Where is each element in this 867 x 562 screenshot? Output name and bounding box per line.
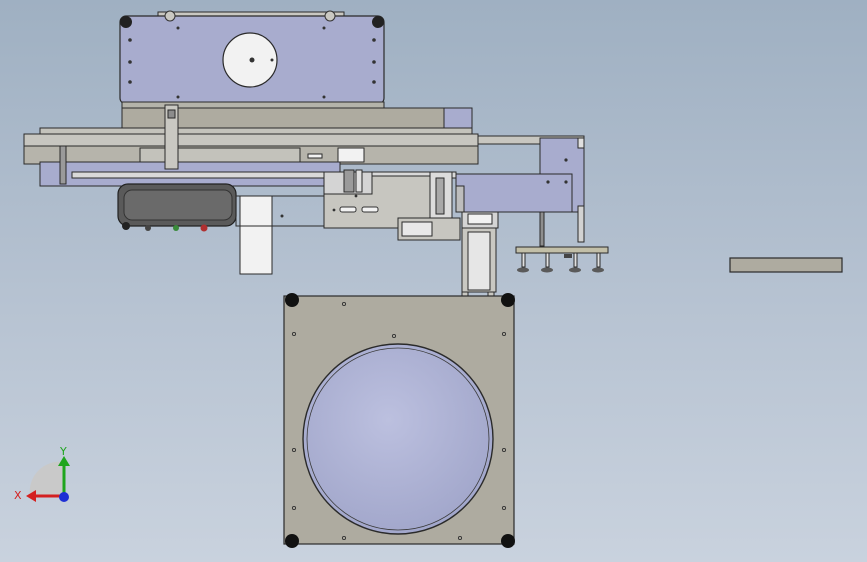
- frame-layers: [23, 101, 479, 187]
- x-axis-label: X: [14, 489, 22, 502]
- separate-plate: [729, 257, 843, 273]
- assembly-drawing[interactable]: Y X: [0, 0, 867, 562]
- base-plate: [283, 293, 515, 548]
- cad-viewport[interactable]: Y X: [0, 0, 867, 562]
- controller-box: [117, 183, 325, 275]
- turntable-disc: [302, 343, 494, 535]
- top-mount-plate: [119, 10, 385, 105]
- center-bracket: [323, 169, 461, 241]
- axis-triad: Y X: [14, 445, 70, 502]
- y-axis-label: Y: [59, 445, 67, 458]
- z-axis-dot: [59, 492, 69, 502]
